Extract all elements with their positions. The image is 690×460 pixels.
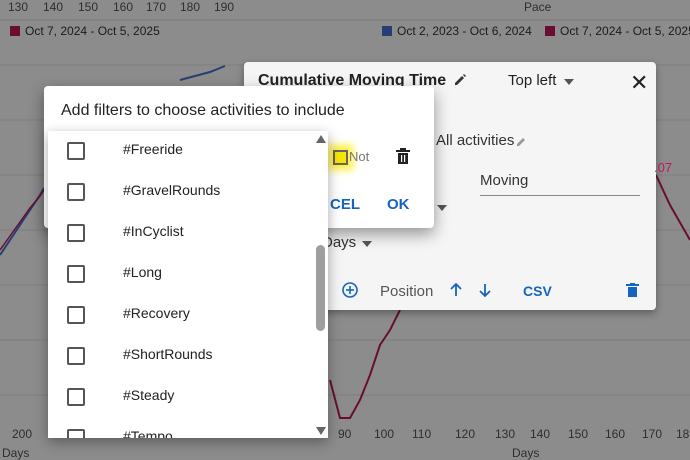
checkbox[interactable] [67,306,85,324]
list-item-label: #ShortRounds [123,346,213,362]
arrow-down-icon[interactable] [477,282,493,298]
not-checkbox[interactable] [333,150,348,165]
list-item-label: #InCyclist [123,223,184,239]
list-item[interactable]: #GravelRounds [48,176,310,217]
list-item[interactable]: #Long [48,258,310,299]
tag-filter-list[interactable]: #Freeride #GravelRounds #InCyclist #Long… [48,131,328,438]
dialog-heading: Add filters to choose activities to incl… [61,102,345,119]
trash-icon[interactable] [396,148,410,164]
checkbox[interactable] [67,347,85,365]
chevron-down-icon[interactable] [437,205,447,211]
checkbox[interactable] [67,183,85,201]
list-item-label: #Freeride [123,141,183,157]
list-item-label: #Steady [123,387,175,403]
list-item[interactable]: #Freeride [48,135,310,176]
chevron-down-icon[interactable] [362,241,372,247]
edit-icon[interactable] [516,135,528,147]
moving-field[interactable]: Moving [480,172,528,189]
list-item-label: #Tempo [123,428,173,438]
checkbox[interactable] [67,429,85,438]
add-circle-icon[interactable] [342,282,358,298]
csv-button[interactable]: CSV [523,283,552,299]
list-item[interactable]: #Recovery [48,299,310,340]
ok-button[interactable]: OK [387,196,410,213]
checkbox[interactable] [67,224,85,242]
cancel-button[interactable]: CEL [330,196,360,213]
activities-label[interactable]: All activities [436,132,514,149]
position-select[interactable]: Top left [508,72,556,89]
scroll-down-arrow[interactable] [316,427,326,435]
peak-value-label: .07 [654,160,673,175]
list-item[interactable]: #ShortRounds [48,340,310,381]
moving-field-underline [480,195,640,196]
scrollbar-thumb[interactable] [316,245,325,331]
arrow-up-icon[interactable] [448,282,464,298]
edit-icon[interactable] [453,73,467,87]
position-label: Position [380,283,434,300]
checkbox[interactable] [67,388,85,406]
trash-icon[interactable] [626,283,639,298]
list-item[interactable]: #InCyclist [48,217,310,258]
list-item[interactable]: #Tempo [48,422,310,438]
chevron-down-icon[interactable] [564,79,574,85]
checkbox[interactable] [67,142,85,160]
close-icon[interactable]: ✕ [630,70,648,96]
checkbox[interactable] [67,265,85,283]
list-item[interactable]: #Steady [48,381,310,422]
list-item-label: #Long [123,264,162,280]
list-item-label: #GravelRounds [123,182,221,198]
not-checkbox-label: Not [349,149,370,164]
scroll-up-arrow[interactable] [316,135,326,143]
list-item-label: #Recovery [123,305,190,321]
